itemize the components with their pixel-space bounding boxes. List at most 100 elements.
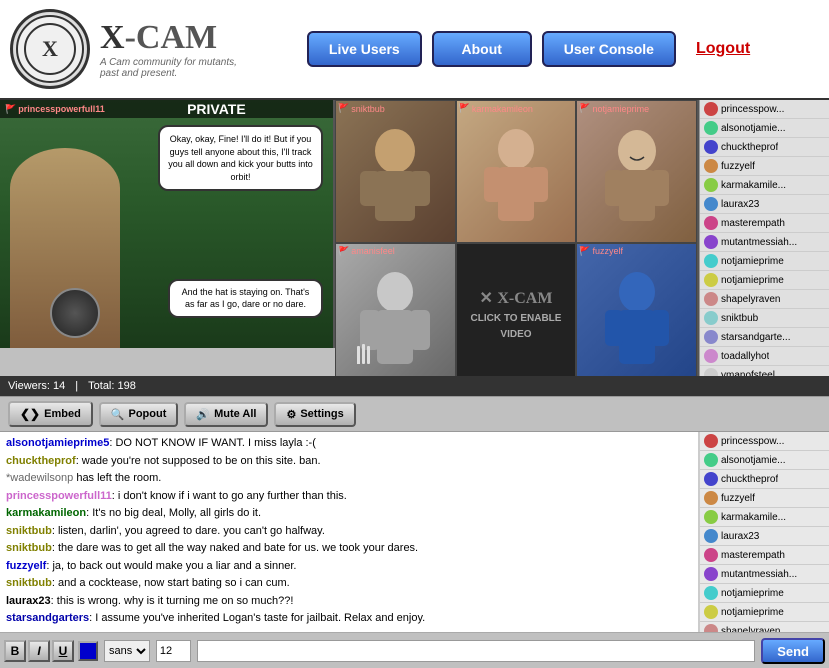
settings-button[interactable]: ⚙ Settings [274, 402, 355, 427]
username-label: starsandgarte... [721, 332, 790, 343]
click-enable-text: CLICK TO ENABLE [471, 313, 562, 324]
chat-user-item[interactable]: mutantmessiah... [700, 565, 829, 584]
top-panels: 🚩 princesspowerfull11 PRIVATE Okay, okay… [0, 100, 829, 376]
user-list-item[interactable]: toadallyhot [700, 347, 829, 366]
svg-text:X: X [42, 36, 58, 61]
private-label: PRIVATE [187, 101, 246, 117]
send-button[interactable]: Send [761, 638, 825, 664]
logo-subtitle: A Cam community for mutants, [100, 57, 237, 68]
chat-username-label: notjamieprime [721, 588, 784, 599]
username-label: sniktbub [721, 313, 758, 324]
grid-cell-0[interactable]: 🚩 sniktbub [335, 100, 456, 243]
user-list-item[interactable]: fuzzyelf [700, 157, 829, 176]
font-select[interactable]: sans [104, 640, 150, 662]
user-list-item[interactable]: shapelyraven [700, 290, 829, 309]
grid-cell-1[interactable]: 🚩 karmakamileon [456, 100, 577, 243]
flag-icon-5: 🚩 [579, 246, 590, 257]
underline-button[interactable]: U [52, 640, 74, 662]
username-label: karmakamile... [721, 180, 786, 191]
italic-button[interactable]: I [28, 640, 50, 662]
chat-input[interactable] [197, 640, 755, 662]
host-username: princesspowerfull11 [18, 104, 105, 114]
username-label: chucktheprof [721, 142, 778, 153]
user-list-item[interactable]: notjamieprime [700, 271, 829, 290]
username-label: alsonotjamie... [721, 123, 785, 134]
user-list-item[interactable]: chucktheprof [700, 138, 829, 157]
font-size-input[interactable] [156, 640, 191, 662]
live-users-button[interactable]: Live Users [307, 31, 422, 67]
username-label: notjamieprime [721, 275, 784, 286]
chat-username-label: laurax23 [721, 531, 759, 542]
user-list-item[interactable]: princesspow... [700, 100, 829, 119]
chat-message: notjamieprime: DO WANT [6, 432, 692, 434]
user-console-button[interactable]: User Console [542, 31, 676, 67]
chat-user-item[interactable]: masterempath [700, 546, 829, 565]
chat-message: chucktheprof: wade you're not supposed t… [6, 453, 692, 470]
logo-cam-text: CAM [136, 19, 217, 57]
chat-message: sniktbub: and a cocktease, now start bat… [6, 575, 692, 592]
flag-icon-2: 🚩 [579, 103, 590, 114]
user-list-item[interactable]: sniktbub [700, 309, 829, 328]
info-bar: Viewers: 14 | Total: 198 [0, 376, 335, 396]
logout-button[interactable]: Logout [696, 40, 750, 58]
chat-user-item[interactable]: karmakamile... [700, 508, 829, 527]
grid-cell-3[interactable]: 🚩 amanisfeel [335, 243, 456, 377]
flag-icon: 🚩 [5, 104, 16, 115]
flag-icon-3: 🚩 [338, 246, 349, 257]
user-list-item[interactable]: starsandgarte... [700, 328, 829, 347]
grid-cell-4[interactable]: ✕ X-CAM CLICK TO ENABLE VIDEO [456, 243, 577, 377]
popout-icon: 🔍 [111, 408, 125, 421]
speech-bubble-2: And the hat is staying on. That's as far… [168, 279, 323, 318]
chat-message: alsonotjamieprime5: DO NOT KNOW IF WANT.… [6, 435, 692, 452]
chat-username-label: alsonotjamie... [721, 455, 785, 466]
chat-message: karmakamileon: It's no big deal, Molly, … [6, 505, 692, 522]
chat-username-label: fuzzyelf [721, 493, 755, 504]
bottom-toolbar: B I U sans Send [0, 632, 829, 668]
cell-username-0: 🚩 sniktbub [338, 103, 385, 114]
nav-buttons: Live Users About User Console [307, 31, 676, 67]
embed-button[interactable]: ❮❯ ❮❯ Embed Embed [8, 401, 93, 427]
username-label: princesspow... [721, 104, 784, 115]
username-label: toadallyhot [721, 351, 769, 362]
right-section: 🚩 sniktbub [335, 100, 829, 376]
chat-username-label: notjamieprime [721, 607, 784, 618]
user-list-item[interactable]: alsonotjamie... [700, 119, 829, 138]
chat-user-item[interactable]: princesspow... [700, 432, 829, 451]
chat-user-item[interactable]: notjamieprime [700, 603, 829, 622]
mute-all-button[interactable]: 🔊 Mute All [184, 402, 268, 427]
logo-subtitle2: past and present. [100, 68, 237, 79]
controls-bar: ❮❯ ❮❯ Embed Embed 🔍 Popout 🔊 Mute All ⚙ … [0, 396, 829, 432]
popout-button[interactable]: 🔍 Popout [99, 402, 179, 427]
chat-user-item[interactable]: shapelyraven [700, 622, 829, 632]
grid-cell-5[interactable]: 🚩 fuzzyelf [576, 243, 697, 377]
user-list-item[interactable]: laurax23 [700, 195, 829, 214]
color-swatch[interactable] [78, 641, 98, 661]
bold-button[interactable]: B [4, 640, 26, 662]
xcam-placeholder[interactable]: ✕ X-CAM CLICK TO ENABLE VIDEO [471, 288, 562, 340]
chat-user-item[interactable]: fuzzyelf [700, 489, 829, 508]
about-button[interactable]: About [432, 31, 532, 67]
speech-bubble-1: Okay, okay, Fine! I'll do it! But if you… [158, 125, 323, 191]
chat-username-label: chucktheprof [721, 474, 778, 485]
total-count: Total: 198 [88, 380, 136, 392]
grid-cell-2[interactable]: 🚩 notjamieprime [576, 100, 697, 243]
chat-user-item[interactable]: notjamieprime [700, 584, 829, 603]
chat-user-item[interactable]: alsonotjamie... [700, 451, 829, 470]
user-list-item[interactable]: karmakamile... [700, 176, 829, 195]
user-list-item[interactable]: ymanofsteel... [700, 366, 829, 376]
user-list-item[interactable]: notjamieprime [700, 252, 829, 271]
cell-username-3: 🚩 amanisfeel [338, 246, 395, 257]
chat-user-item[interactable]: chucktheprof [700, 470, 829, 489]
cell-username-1: 🚩 karmakamileon [459, 103, 533, 114]
chat-userlist: princesspow... alsonotjamie... chuckthepro… [699, 432, 829, 632]
embed-icon: ❮❯ [20, 407, 40, 421]
chat-message: sniktbub: listen, darlin', you agreed to… [6, 523, 692, 540]
username-label: mutantmessiah... [721, 237, 797, 248]
user-list-item[interactable]: mutantmessiah... [700, 233, 829, 252]
user-list: princesspow... alsonotjamie... chuckthepro… [699, 100, 829, 376]
logo-circle: X [10, 9, 90, 89]
chat-username-label: karmakamile... [721, 512, 786, 523]
chat-username-label: masterempath [721, 550, 785, 561]
user-list-item[interactable]: masterempath [700, 214, 829, 233]
chat-user-item[interactable]: laurax23 [700, 527, 829, 546]
